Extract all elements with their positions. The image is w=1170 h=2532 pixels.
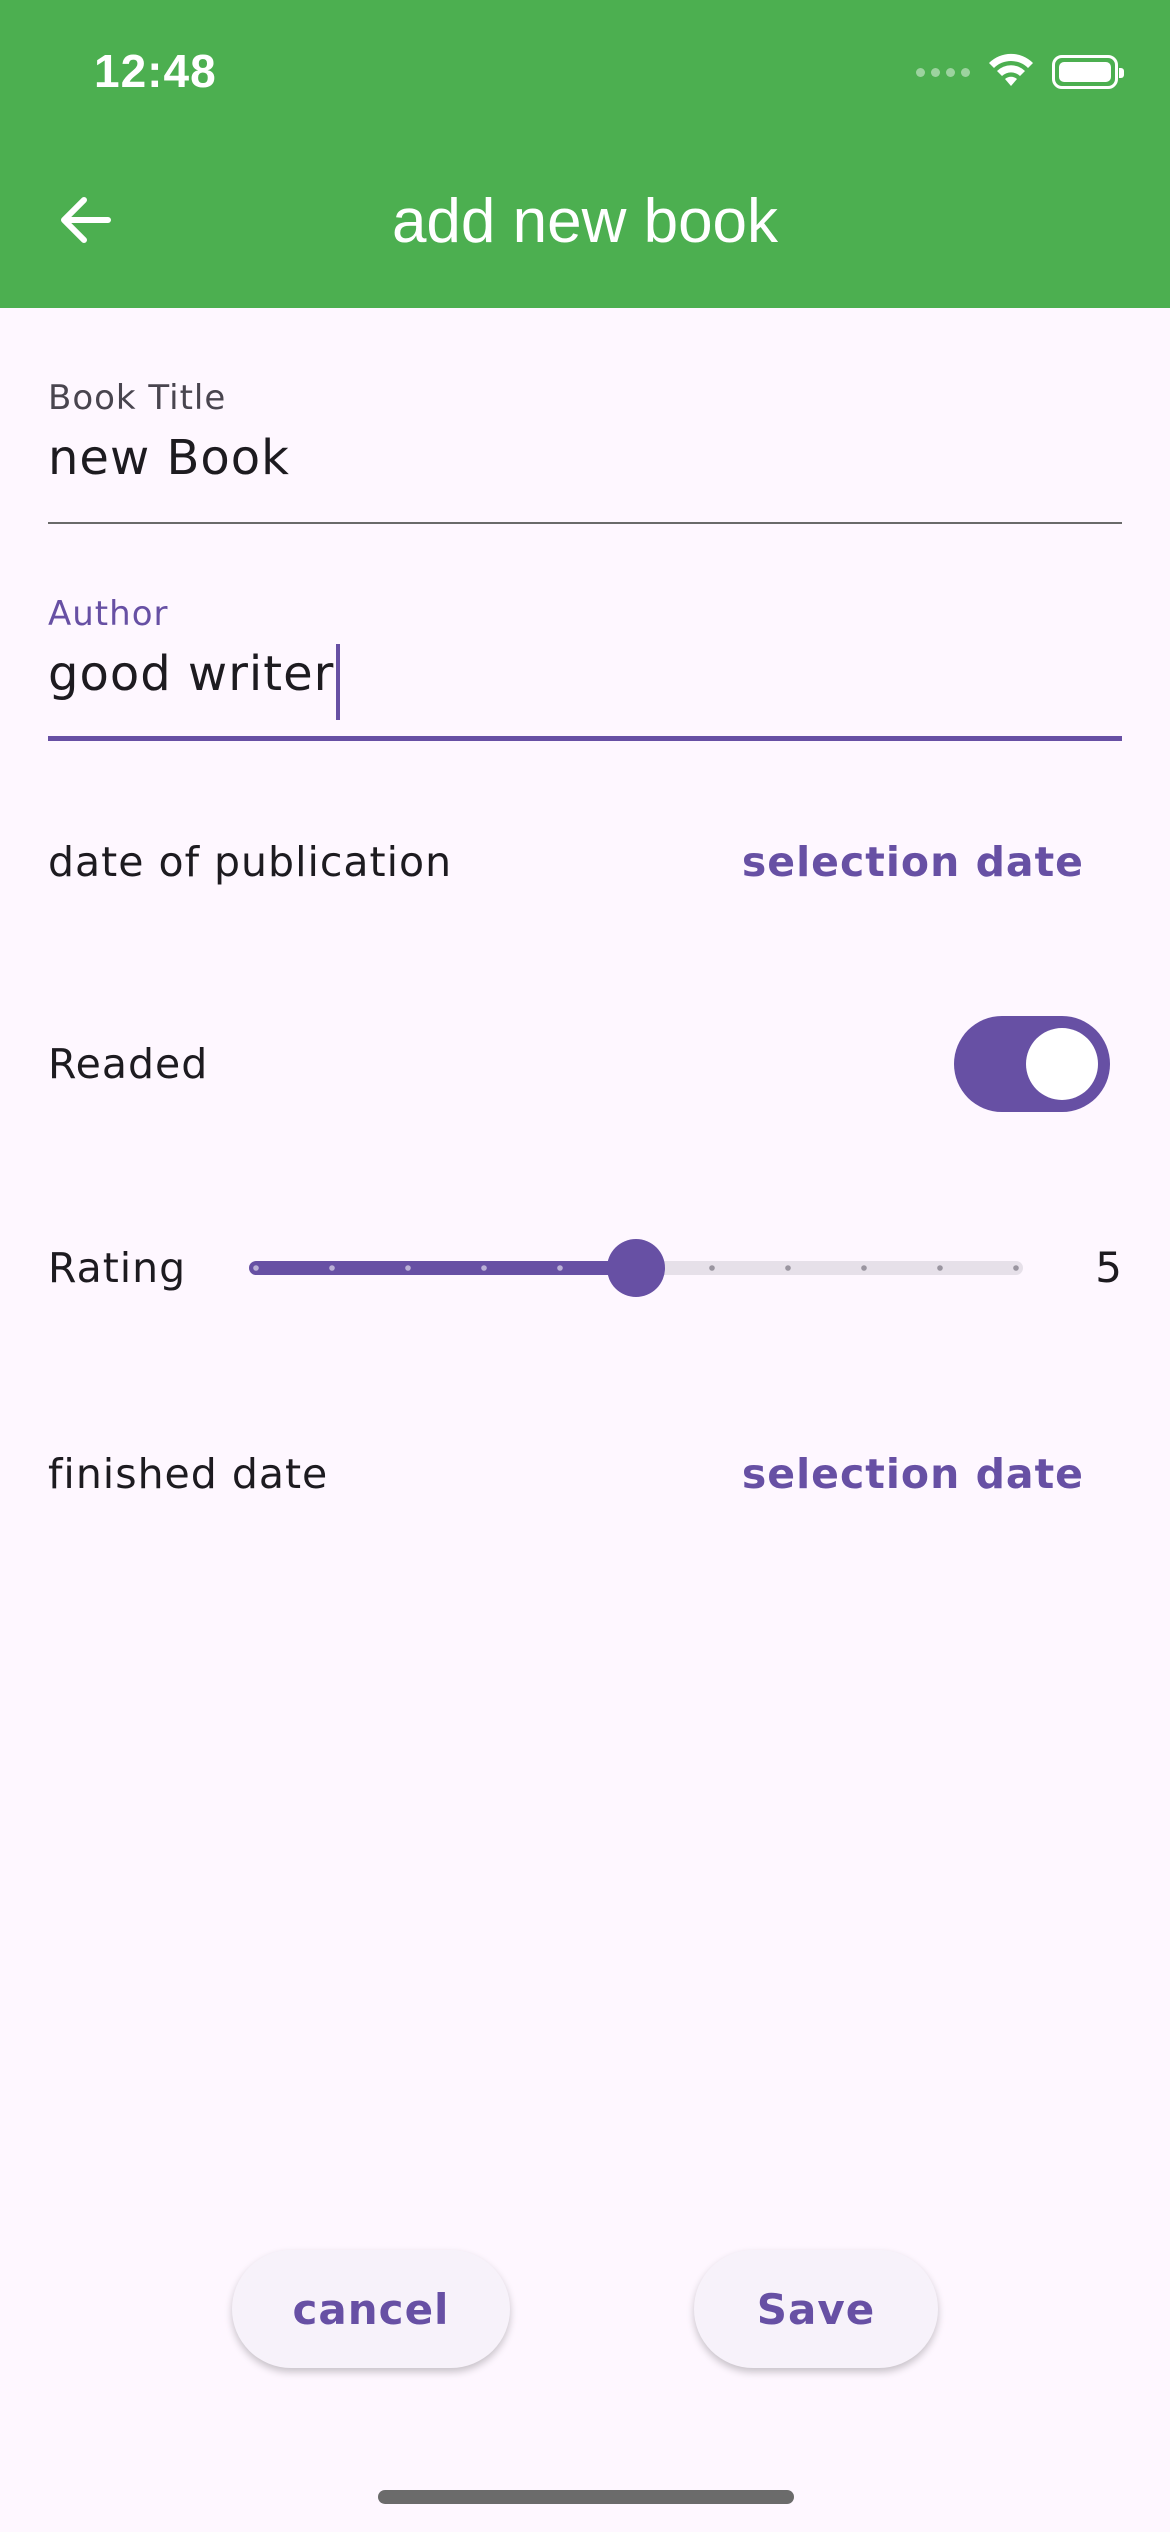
book-title-underline — [48, 522, 1122, 524]
slider-tick-mark — [709, 1265, 715, 1271]
book-title-input[interactable]: new Book — [48, 430, 290, 486]
rating-value: 5 — [1095, 1243, 1122, 1292]
cellular-signal-icon — [916, 67, 970, 77]
page-title: add new book — [391, 187, 779, 256]
publication-date-select-button[interactable]: selection date — [742, 838, 1084, 886]
finished-date-label: finished date — [48, 1450, 329, 1498]
slider-tick-mark — [405, 1265, 411, 1271]
author-field[interactable]: Author good writer — [48, 594, 1122, 742]
slider-tick-mark — [785, 1265, 791, 1271]
slider-tick-mark — [329, 1265, 335, 1271]
finished-date-row: finished date selection date — [48, 1438, 1122, 1510]
slider-thumb — [607, 1239, 665, 1297]
app-header: 12:48 add new book — [0, 0, 1170, 308]
slider-tick-mark — [253, 1265, 259, 1271]
cancel-button[interactable]: cancel — [232, 2250, 510, 2368]
readed-row: Readed — [48, 1016, 1122, 1112]
book-title-field[interactable]: Book Title new Book — [48, 378, 1122, 524]
author-label: Author — [48, 594, 169, 634]
rating-slider-graphic — [249, 1239, 1023, 1297]
readed-toggle[interactable] — [954, 1016, 1110, 1112]
finished-date-select-button[interactable]: selection date — [742, 1450, 1084, 1498]
readed-label: Readed — [48, 1040, 209, 1088]
slider-tick-mark — [861, 1265, 867, 1271]
rating-slider[interactable] — [249, 1238, 1023, 1298]
slider-tick-mark — [557, 1265, 563, 1271]
wifi-icon — [988, 52, 1034, 92]
home-indicator — [378, 2490, 794, 2504]
slider-tick-mark — [937, 1265, 943, 1271]
book-title-label: Book Title — [48, 378, 227, 418]
author-underline — [48, 736, 1122, 741]
toggle-thumb — [1026, 1028, 1098, 1100]
text-cursor — [336, 643, 341, 720]
publication-date-row: date of publication selection date — [48, 826, 1122, 898]
rating-label-row: Rating — [48, 1232, 248, 1304]
status-time: 12:48 — [94, 45, 217, 97]
slider-tick-mark — [481, 1265, 487, 1271]
publication-date-label: date of publication — [48, 838, 453, 886]
battery-icon — [1052, 55, 1124, 89]
author-input[interactable]: good writer — [48, 646, 334, 702]
save-button[interactable]: Save — [694, 2250, 938, 2368]
slider-tick-mark — [1013, 1265, 1019, 1271]
status-icons — [916, 52, 1124, 92]
rating-label: Rating — [48, 1244, 187, 1292]
